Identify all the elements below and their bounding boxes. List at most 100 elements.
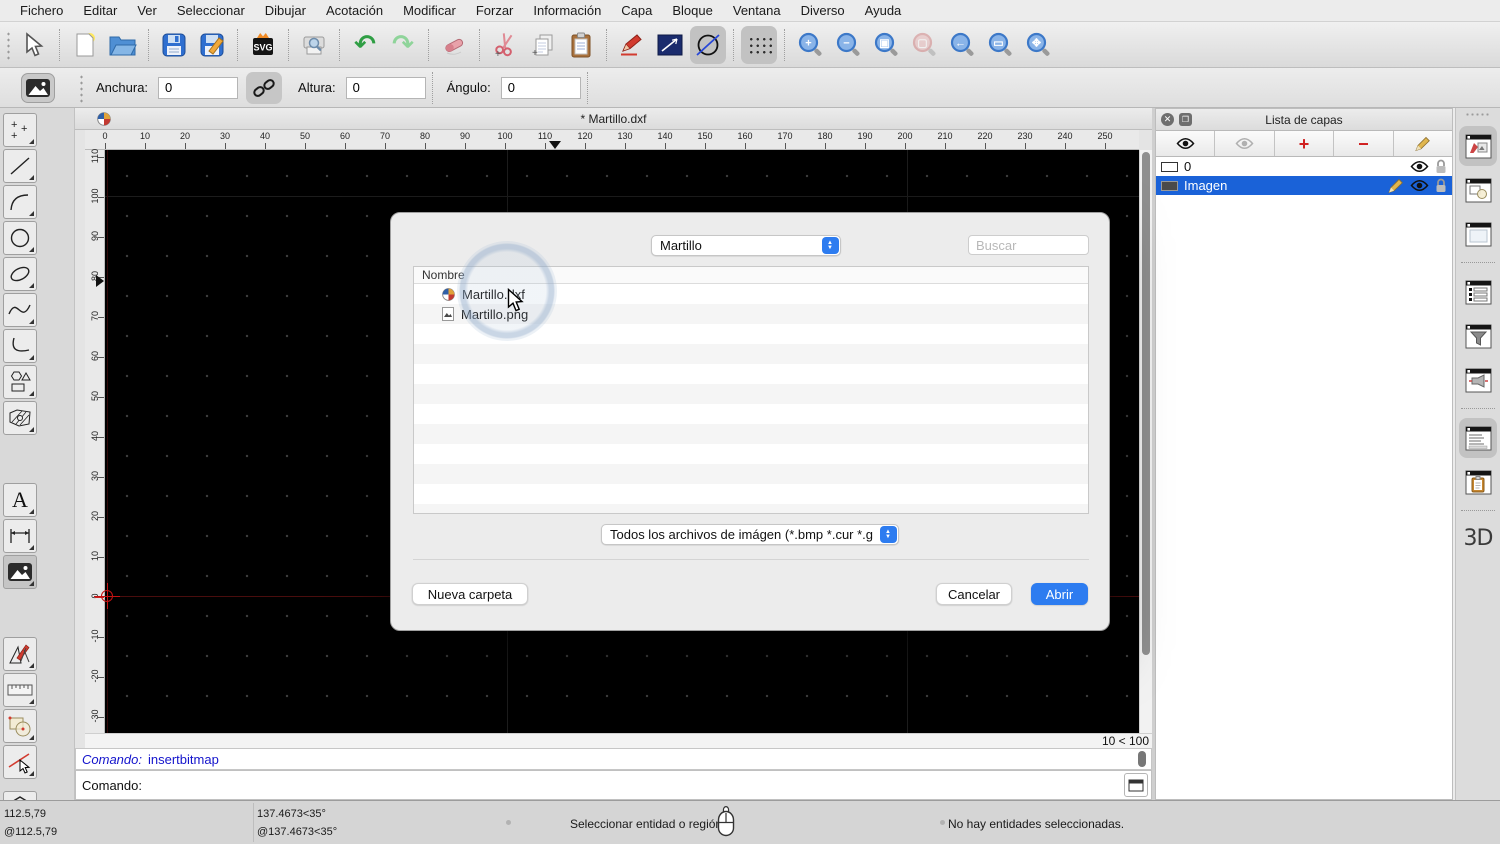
close-panel-icon[interactable]: ✕ (1161, 113, 1174, 126)
zoom-selection-button[interactable]: ▢ (906, 26, 942, 64)
paste-button[interactable] (563, 26, 599, 64)
search-field[interactable]: Buscar (968, 235, 1089, 255)
new-folder-button[interactable]: Nueva carpeta (412, 583, 528, 605)
history-scrollbar[interactable] (1138, 750, 1148, 769)
hatch-tool-icon (7, 407, 33, 429)
lock-icon[interactable] (1435, 159, 1447, 174)
zoom-auto-button[interactable]: ▣ (868, 26, 904, 64)
height-input[interactable] (346, 77, 426, 99)
layer-list-panel-button[interactable] (1459, 126, 1497, 166)
edit-layer-button[interactable] (1394, 131, 1452, 156)
canvas-vertical-scrollbar[interactable] (1139, 150, 1152, 733)
menu-item-modificar[interactable]: Modificar (393, 3, 466, 18)
shapes-tool-button[interactable] (3, 365, 37, 399)
save-file-button[interactable] (156, 26, 192, 64)
show-all-layers-button[interactable] (1156, 131, 1215, 156)
menu-item-dibujar[interactable]: Dibujar (255, 3, 316, 18)
menu-item-bloque[interactable]: Bloque (662, 3, 722, 18)
toolbar-separator (428, 29, 429, 61)
print-preview-button[interactable] (296, 26, 332, 64)
copy-button[interactable]: + (525, 26, 561, 64)
zoom-pan-button[interactable]: ✥ (1020, 26, 1056, 64)
image-insert-button[interactable] (21, 73, 55, 103)
menu-item-seleccionar[interactable]: Seleccionar (167, 3, 255, 18)
delete-eraser-button[interactable] (436, 26, 472, 64)
new-file-button[interactable] (67, 26, 103, 64)
menu-item-ver[interactable]: Ver (127, 3, 167, 18)
float-panel-icon[interactable]: ❐ (1179, 113, 1192, 126)
cut-button[interactable]: + (487, 26, 523, 64)
zoom-previous-button[interactable]: ← (944, 26, 980, 64)
redo-button[interactable]: ↷ (385, 26, 421, 64)
angle-input[interactable] (501, 77, 581, 99)
layer-row-0[interactable]: 0 (1156, 157, 1452, 176)
coordinates-panel-button[interactable] (1459, 418, 1497, 458)
file-type-dropdown[interactable]: Todos los archivos de imágen (*.bmp *.cu… (601, 524, 899, 545)
block-list-panel-button[interactable] (1459, 170, 1497, 210)
hide-all-layers-button[interactable] (1215, 131, 1274, 156)
polyline-segment-button[interactable] (652, 26, 688, 64)
polyline-tool-button[interactable] (3, 329, 37, 363)
drafting-tools-button[interactable] (3, 637, 37, 671)
line-tool-button[interactable] (3, 149, 37, 183)
modify-tool-button[interactable] (3, 709, 37, 743)
history-scrollbar-thumb[interactable] (1138, 751, 1146, 767)
menu-item-capa[interactable]: Capa (611, 3, 662, 18)
library-panel-button[interactable] (1459, 214, 1497, 254)
select-tool-button[interactable] (3, 745, 37, 779)
ellipse-tool-button[interactable] (3, 257, 37, 291)
menu-item-información[interactable]: Información (523, 3, 611, 18)
menu-item-editar[interactable]: Editar (73, 3, 127, 18)
save-as-button[interactable] (194, 26, 230, 64)
snap-free-button[interactable] (690, 26, 726, 64)
open-file-button[interactable] (105, 26, 141, 64)
search-placeholder: Buscar (976, 238, 1016, 253)
zoom-out-button[interactable]: − (830, 26, 866, 64)
selection-filter-panel-button[interactable] (1459, 316, 1497, 356)
spline-tool-button[interactable] (3, 293, 37, 327)
zoom-window-button[interactable]: ▭ (982, 26, 1018, 64)
hatch-tool-button[interactable] (3, 401, 37, 435)
eye-icon[interactable] (1410, 179, 1429, 192)
pointer-tool-button[interactable] (16, 26, 52, 64)
section-panel-button[interactable] (1459, 360, 1497, 400)
menu-item-diverso[interactable]: Diverso (791, 3, 855, 18)
undo-button[interactable]: ↶ (347, 26, 383, 64)
command-widget-button[interactable] (1124, 773, 1148, 797)
toolbar-drag-handle[interactable] (78, 73, 85, 103)
image-tool-button[interactable] (3, 555, 37, 589)
remove-layer-button[interactable]: − (1334, 131, 1393, 156)
zoom-in-button[interactable]: + (792, 26, 828, 64)
folder-dropdown[interactable]: Martillo ▲▼ (651, 235, 841, 256)
svg-export-button[interactable]: SVG (245, 26, 281, 64)
grid-toggle-button[interactable] (741, 26, 777, 64)
points-tool-button[interactable]: +++ (3, 113, 37, 147)
text-tool-button[interactable]: A (3, 483, 37, 517)
arc-tool-button[interactable] (3, 185, 37, 219)
command-input[interactable] (148, 773, 1124, 797)
open-button[interactable]: Abrir (1031, 583, 1088, 605)
add-layer-button[interactable]: + (1275, 131, 1334, 156)
measure-tool-button[interactable] (3, 673, 37, 707)
link-dimensions-button[interactable] (246, 72, 282, 104)
width-input[interactable] (158, 77, 238, 99)
draw-pencil-button[interactable] (614, 26, 650, 64)
dimension-tool-button[interactable] (3, 519, 37, 553)
command-options-panel-button[interactable] (1459, 272, 1497, 312)
toolbar-drag-handle[interactable] (5, 30, 12, 60)
layer-row-imagen[interactable]: Imagen (1156, 176, 1452, 195)
cancel-button[interactable]: Cancelar (936, 583, 1012, 605)
drawing-window-titlebar[interactable]: * Martillo.dxf (75, 108, 1152, 130)
eye-icon[interactable] (1410, 160, 1429, 173)
lock-icon[interactable] (1435, 178, 1447, 193)
dock-drag-handle[interactable] (1465, 112, 1491, 118)
menu-item-ventana[interactable]: Ventana (723, 3, 791, 18)
menu-item-forzar[interactable]: Forzar (466, 3, 524, 18)
scrollbar-thumb[interactable] (1142, 152, 1150, 655)
clipboard-panel-button[interactable] (1459, 462, 1497, 502)
menu-item-ayuda[interactable]: Ayuda (855, 3, 912, 18)
circle-tool-button[interactable] (3, 221, 37, 255)
menu-item-acotación[interactable]: Acotación (316, 3, 393, 18)
3d-dock-label[interactable]: 3D (1464, 526, 1493, 551)
menu-item-fichero[interactable]: Fichero (10, 3, 73, 18)
